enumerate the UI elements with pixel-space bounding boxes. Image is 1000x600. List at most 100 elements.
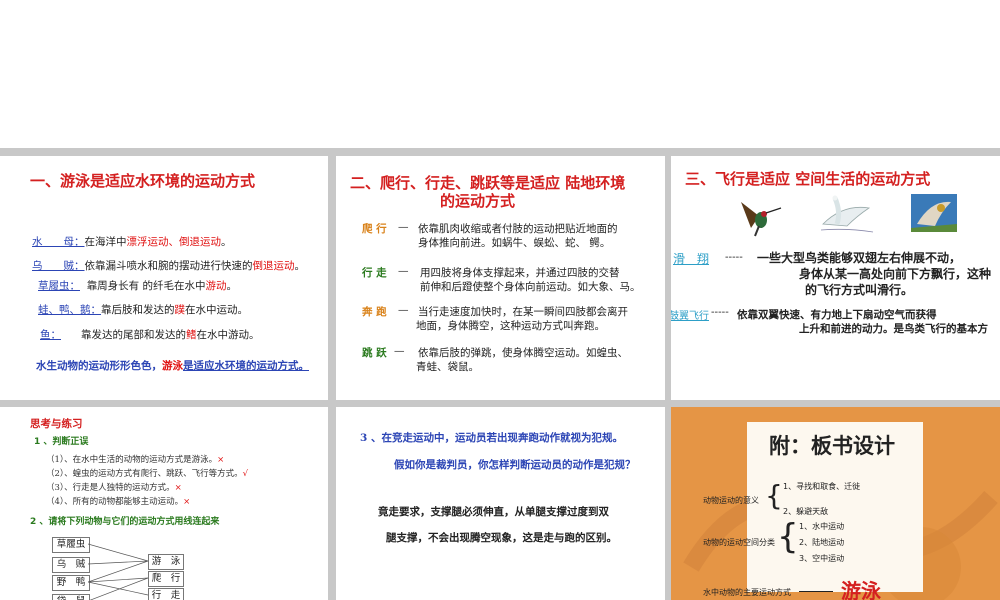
exercise-title: 思考与练习 [30, 418, 83, 430]
glide-label: 滑 翔 [673, 252, 710, 266]
judge-text: （2）、蝗虫的运动方式有爬行、跳跃、飞行等方式。 [46, 469, 243, 479]
glide-line1: 一些大型鸟类能够双翅左右伸展不动， [757, 251, 962, 265]
row-text: 靠后肢和发达的 [101, 304, 175, 316]
glide-line2: 身体从某一高处向前下方飘行，这种 [799, 267, 992, 281]
slide-title: 一、游泳是适应水环境的运动方式 [30, 172, 256, 190]
slide-exercises: 思考与练习 1 、判断正误 （1）、在水中生活的动物的运动方式是游泳。× （2）… [0, 407, 328, 600]
mode-box[interactable]: 爬 行 [148, 571, 184, 587]
judge-text: （1）、在水中生活的动物的运动方式是游泳。 [46, 455, 218, 465]
row-text-end: 。 [294, 260, 306, 272]
row-highlight: 蹼 [174, 304, 186, 316]
item-line1: 用四肢将身体支撑起来，并通过四肢的交替 [420, 267, 620, 279]
swan-icon [820, 195, 874, 233]
brace-icon: { [765, 479, 783, 512]
item-line1: 当行走速度加快时，在某一瞬间四肢都会离开 [418, 306, 628, 318]
row-highlight: 漂浮运动、倒退运动 [126, 236, 222, 248]
answer-line2: 腿支撑，不会出现腾空现象，这是走与跑的区别。 [386, 532, 617, 544]
item-dash: — [398, 221, 409, 233]
main-label: 水中动物的主要运动方式 [703, 588, 791, 597]
item-line2: 前伸和后蹬使整个身体向前运动。如大象、马。 [420, 281, 641, 293]
row-text: 依靠漏斗喷水和腕的摆动进行快速的 [84, 260, 253, 272]
item-dash: — [398, 265, 409, 277]
judge-mark: × [183, 497, 191, 507]
row-highlight: 游动 [205, 280, 227, 292]
row-text: 靠周身长有 的纤毛在水中 [86, 280, 206, 292]
board-title: 附：板书设计 [769, 434, 895, 458]
space-item: 1、水中运动 [799, 522, 845, 531]
space-item: 3、空中运动 [799, 554, 845, 563]
slide-board-design: 附：板书设计 动物运动的意义 { 1、寻找和取食、迁徙 2、躲避天敌 动物的运动… [671, 407, 1000, 600]
animal-box[interactable]: 袋 鼠 [52, 594, 90, 600]
summary-end: 是适应水环境的运动方式。 [183, 360, 309, 372]
item-label: 跳 跃 [362, 347, 387, 359]
judge-item: （4）、所有的动物都能够主动运动。× [46, 495, 190, 507]
text-row: 蛙、鸭、鹅：靠后肢和发达的蹼在水中运动。 [38, 302, 248, 317]
bird-photo-icon [911, 194, 957, 232]
judge-mark: √ [242, 469, 249, 479]
item-line2: 地面，身体腾空，这种运动方式叫奔跑。 [416, 320, 605, 332]
glide-dash: ----- [725, 251, 743, 263]
hummingbird-icon [741, 202, 782, 237]
item-label: 行 走 [362, 267, 387, 279]
meaning-label: 动物运动的意义 [703, 496, 759, 505]
judge-mark: × [217, 455, 225, 465]
flap-line2: 上升和前进的动力。是鸟类飞行的基本方 [799, 323, 988, 335]
row-label: 乌 贼： [32, 260, 85, 272]
row-text-end: 在水中游动。 [196, 329, 260, 341]
text-row: 乌 贼：依靠漏斗喷水和腕的摆动进行快速的倒退运动。 [32, 258, 305, 273]
summary: 水生动物的运动形形色色，游泳是适应水环境的运动方式。 [36, 358, 309, 373]
slide-race-walking: 3 、在竞走运动中，运动员若出现奔跑动作就视为犯规。 假如你是裁判员，你怎样判断… [336, 407, 665, 600]
judge-text: （3）、行走是人独特的运动方式。 [46, 483, 175, 493]
slide-title: 三、飞行是适应 空间生活的运动方式 [685, 170, 931, 188]
item-dash: — [394, 345, 405, 357]
space-label: 动物的运动空间分类 [703, 538, 775, 547]
item-line1: 依靠后肢的弹跳，使身体腾空运动。如蝗虫、 [418, 347, 628, 359]
answer-line1: 竟走要求，支撑腿必须伸直，从单腿支撑过度到双 [378, 506, 609, 518]
slide-land-movement: 二、爬行、行走、跳跃等是适应 陆地环境 的运动方式 爬 行 — 依靠肌肉收缩或者… [336, 156, 665, 400]
animal-box[interactable]: 乌 贼 [52, 557, 90, 573]
text-row: 水 母：在海洋中漂浮运动、倒退运动。 [32, 234, 232, 249]
row-label: 草履虫： [38, 280, 80, 292]
row-highlight: 鳍 [186, 329, 197, 341]
question-1: 1 、判断正误 [34, 437, 89, 447]
meaning-item: 1、寻找和取食、迁徙 [783, 482, 861, 491]
space-item: 2、陆地运动 [799, 538, 845, 547]
summary-text: 水生动物的运动形形色色， [36, 360, 162, 372]
main-divider [799, 591, 833, 592]
judge-item: （2）、蝗虫的运动方式有爬行、跳跃、飞行等方式。√ [46, 467, 248, 479]
flap-line1: 依靠双翼快速、有力地上下扇动空气而获得 [737, 309, 937, 321]
summary-highlight: 游泳 [162, 360, 183, 372]
item-label: 奔 跑 [362, 306, 387, 318]
row-label: 水 母： [32, 236, 85, 248]
slide-swimming: 一、游泳是适应水环境的运动方式 水 母：在海洋中漂浮运动、倒退运动。 乌 贼：依… [0, 156, 328, 400]
item-line2: 青蛙、袋鼠。 [416, 361, 479, 373]
brace-icon: { [777, 517, 799, 557]
row-text-end: 。 [226, 280, 238, 292]
flap-label: 鼓翼飞行 [671, 311, 709, 322]
row-text-end: 在水中运动。 [185, 304, 248, 316]
matching-lines [88, 543, 149, 600]
text-row: 鱼： 靠发达的尾部和发达的鳍在水中游动。 [40, 327, 260, 342]
glide-line3: 的飞行方式叫滑行。 [805, 283, 914, 297]
mode-box[interactable]: 游 泳 [148, 554, 184, 570]
mode-box[interactable]: 行 走 [148, 588, 184, 600]
row-text: 在海洋中 [84, 236, 127, 248]
row-highlight: 倒退运动 [252, 260, 295, 272]
judge-mark: × [174, 483, 182, 493]
item-dash: — [398, 304, 409, 316]
flap-dash: ----- [711, 306, 729, 318]
item-line2: 身体推向前进。如蜗牛、蜈蚣、蛇、 鳄。 [418, 237, 611, 249]
item-label: 爬 行 [362, 223, 387, 235]
question-3: 3 、在竞走运动中，运动员若出现奔跑动作就视为犯规。 [360, 432, 623, 444]
item-line1: 依靠肌肉收缩或者付肢的运动把贴近地面的 [418, 223, 618, 235]
row-label: 鱼： [40, 329, 61, 341]
slide-title-line2: 的运动方式 [440, 192, 516, 210]
animal-box[interactable]: 野 鸭 [52, 575, 90, 591]
row-label: 蛙、鸭、鹅： [38, 304, 101, 316]
slide-flying: 三、飞行是适应 空间生活的运动方式 滑 翔 ----- 一些大型鸟类能够双翅左右… [671, 156, 1000, 400]
animal-box[interactable]: 草履虫 [52, 537, 90, 553]
judge-item: （3）、行走是人独特的运动方式。× [46, 481, 182, 493]
row-text: 靠发达的尾部和发达的 [81, 329, 187, 341]
judge-item: （1）、在水中生活的动物的运动方式是游泳。× [46, 453, 224, 465]
judge-text: （4）、所有的动物都能够主动运动。 [46, 497, 184, 507]
